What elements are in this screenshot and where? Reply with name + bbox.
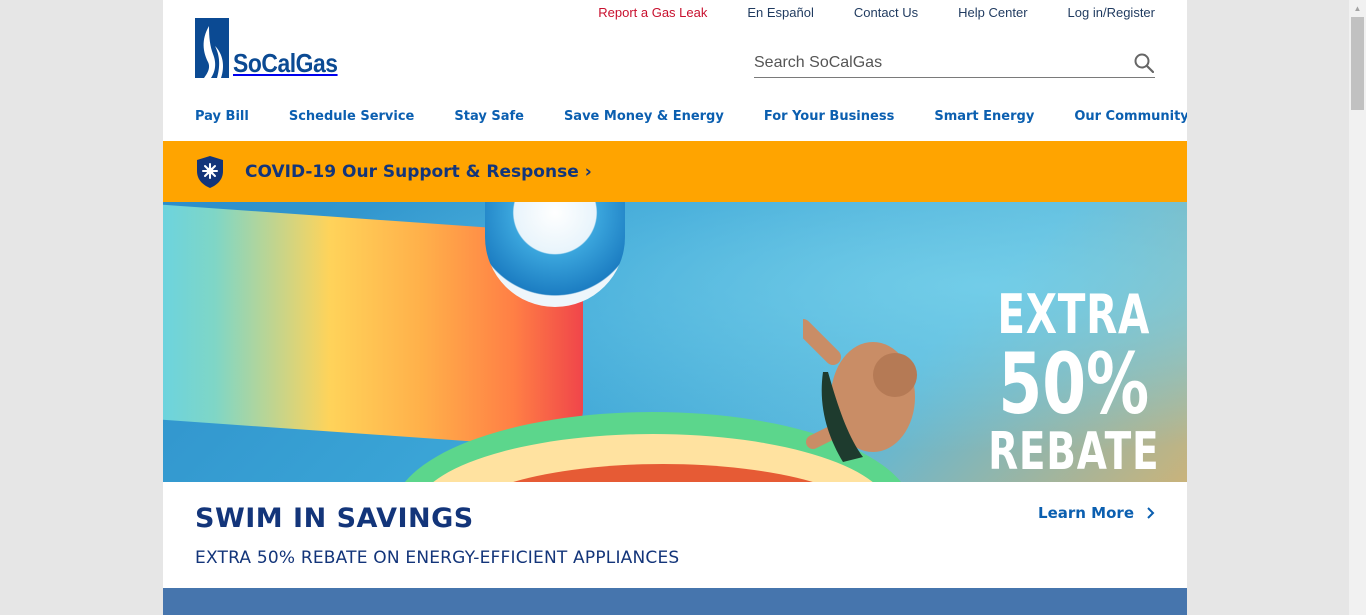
hero-banner-image[interactable]: EXTRA 50% REBATE [163, 202, 1187, 482]
nav-our-community[interactable]: Our Community [1074, 109, 1187, 124]
nav-save-money-energy[interactable]: Save Money & Energy [564, 109, 724, 124]
logo-text: SoCalGas [233, 48, 338, 78]
shield-icon [195, 155, 225, 189]
search-input[interactable] [754, 48, 1133, 77]
covid-banner[interactable]: COVID-19 Our Support & Response › [163, 141, 1187, 202]
hero-line-3: REBATE [987, 422, 1159, 482]
promo-subtitle: EXTRA 50% REBATE ON ENERGY-EFFICIENT APP… [195, 548, 680, 568]
scroll-thumb[interactable] [1351, 17, 1364, 110]
page-scrollbar[interactable]: ▲ [1349, 0, 1366, 615]
report-gas-leak-link[interactable]: Report a Gas Leak [598, 5, 707, 20]
promo-title: SWIM IN SAVINGS [195, 503, 474, 534]
search-icon[interactable] [1133, 52, 1155, 74]
search-bar [754, 48, 1155, 78]
nav-pay-bill[interactable]: Pay Bill [195, 109, 249, 124]
hero-line-2: 50% [997, 335, 1149, 433]
page-container: Report a Gas Leak En Español Contact Us … [163, 0, 1187, 615]
next-section-band [163, 588, 1187, 615]
scroll-up-arrow-icon[interactable]: ▲ [1349, 0, 1366, 17]
learn-more-link[interactable]: Learn More [1038, 504, 1155, 522]
login-register-link[interactable]: Log in/Register [1068, 5, 1155, 20]
nav-stay-safe[interactable]: Stay Safe [454, 109, 524, 124]
utility-nav: Report a Gas Leak En Español Contact Us … [558, 5, 1155, 20]
en-espanol-link[interactable]: En Español [747, 5, 814, 20]
help-center-link[interactable]: Help Center [958, 5, 1027, 20]
covid-banner-text: COVID-19 Our Support & Response [245, 161, 579, 182]
chevron-right-icon: › [584, 161, 592, 182]
nav-schedule-service[interactable]: Schedule Service [289, 109, 415, 124]
nav-for-your-business[interactable]: For Your Business [764, 109, 894, 124]
contact-us-link[interactable]: Contact Us [854, 5, 918, 20]
nav-smart-energy[interactable]: Smart Energy [934, 109, 1034, 124]
swimmer-graphic [803, 319, 917, 462]
main-nav: Pay Bill Schedule Service Stay Safe Save… [195, 109, 1187, 124]
hero-line-1: EXTRA [996, 283, 1150, 346]
hero-rebate-text: EXTRA 50% REBATE [987, 283, 1159, 482]
socalgas-logo[interactable]: SoCalGas [195, 18, 352, 78]
flame-logo-icon [195, 18, 229, 78]
learn-more-label: Learn More [1038, 504, 1134, 522]
chevron-right-icon [1147, 507, 1155, 519]
